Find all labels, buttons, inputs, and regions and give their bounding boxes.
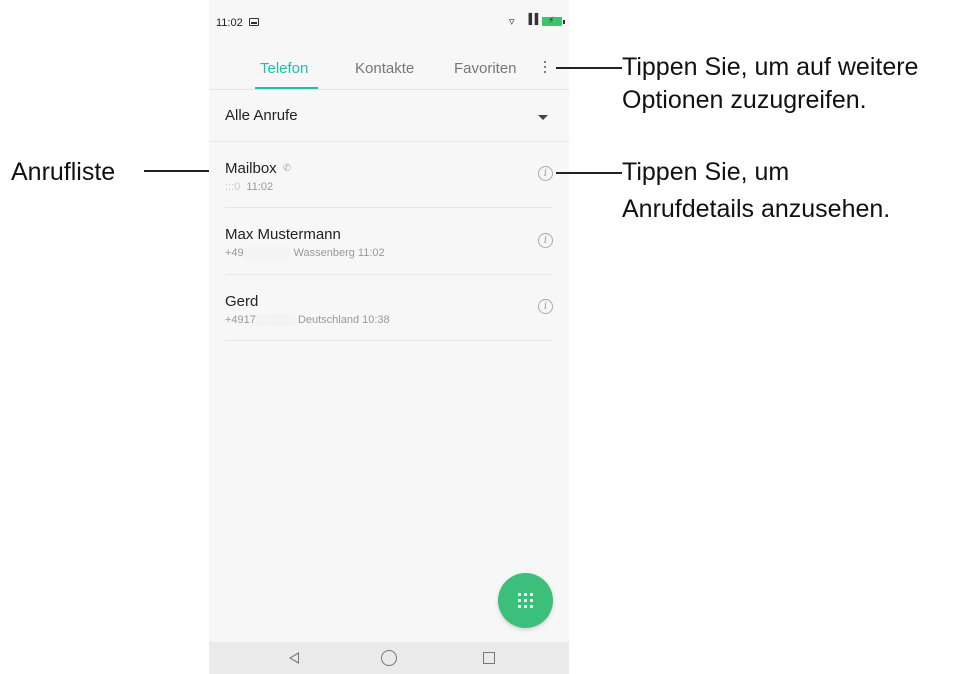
battery-charging-icon: ⚡ [542,15,565,26]
list-item[interactable]: Mailbox ✆ :::0 11:02 [209,142,569,208]
tab-bar: Telefon Kontakte Favoriten [209,44,569,90]
callout-call-details-line1: Tippen Sie, um [622,158,790,186]
call-detail: +4917░░░░░ Deutschland 10:38 [225,314,390,326]
image-notification-icon [249,18,259,26]
info-icon[interactable]: i [538,166,553,181]
call-name: Mailbox ✆ [225,160,292,177]
wifi-icon: ▿ [509,16,515,28]
row-divider [225,340,553,341]
list-item[interactable]: Max Mustermann +49░░░░░░ Wassenberg 11:0… [209,208,569,274]
dialpad-button[interactable] [498,573,553,628]
phone-screen: 11:02 ▿ ▐▐ ⚡ Telefon Kontakte Favoriten … [209,0,569,674]
callout-more-options-line2: Optionen zuzugreifen. [622,86,867,114]
info-icon[interactable]: i [538,233,553,248]
callout-more-options-line1: Tippen Sie, um auf weitere [622,53,919,81]
dialpad-icon [518,593,533,608]
tab-telefon[interactable]: Telefon [260,60,308,77]
status-time: 11:02 [216,17,243,29]
callout-line-call-details [556,172,622,174]
signal-icon: ▐▐ [525,14,538,25]
callout-call-details-line2: Anrufdetails anzusehen. [622,195,891,223]
call-name: Max Mustermann [225,226,341,243]
list-item[interactable]: Gerd +4917░░░░░ Deutschland 10:38 [209,275,569,341]
callout-line-more-options [556,67,622,69]
status-bar: 11:02 ▿ ▐▐ ⚡ [209,0,569,44]
callout-line-call-list [144,170,209,172]
recents-icon[interactable] [483,652,495,664]
caret-down-icon [538,115,548,120]
call-name: Gerd [225,293,259,310]
call-detail: :::0 11:02 [225,181,274,193]
callout-call-list: Anrufliste [11,158,116,186]
home-icon[interactable] [381,650,397,666]
back-icon[interactable] [289,652,299,664]
call-filter-dropdown[interactable]: Alle Anrufe [209,90,569,142]
call-detail: +49░░░░░░ Wassenberg 11:02 [225,247,385,259]
info-icon[interactable]: i [538,299,553,314]
navigation-bar [209,642,569,674]
tab-kontakte[interactable]: Kontakte [355,60,414,77]
tab-favoriten[interactable]: Favoriten [454,60,517,77]
phone-icon: ✆ [282,163,292,174]
more-options-icon[interactable] [540,59,550,77]
call-filter-label: Alle Anrufe [225,107,298,124]
